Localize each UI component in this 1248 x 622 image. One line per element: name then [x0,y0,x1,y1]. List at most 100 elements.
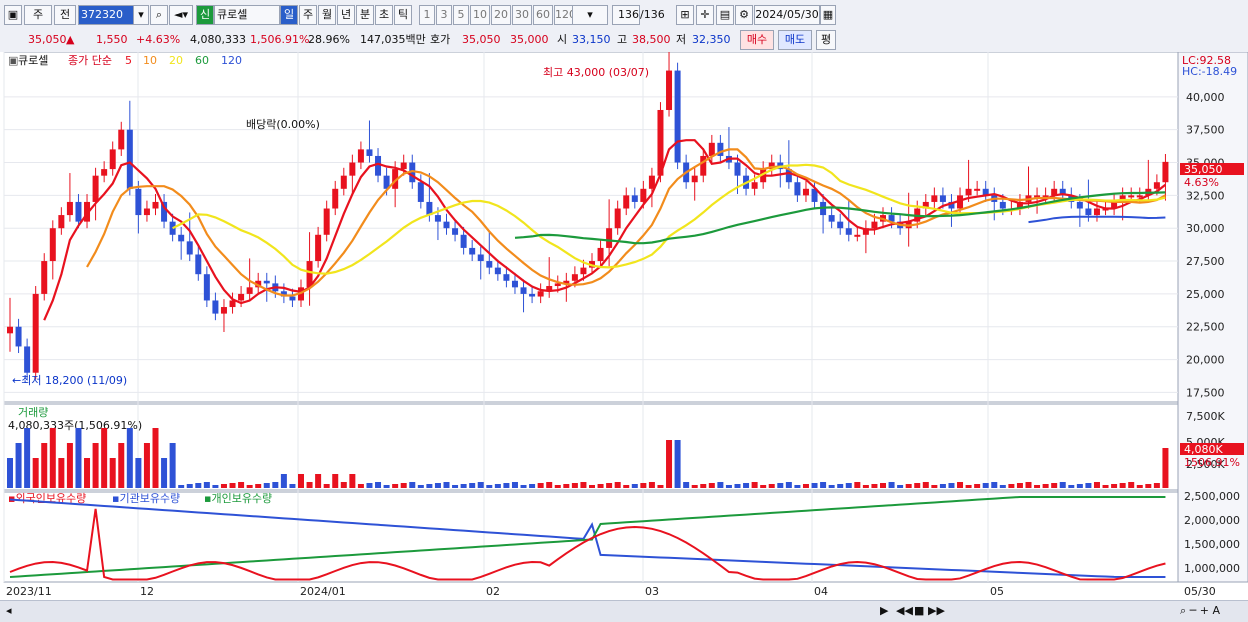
price-tag-pct: 4.63% [1184,176,1219,189]
volume-bar [409,482,416,488]
bid-label: 호가 [430,33,451,46]
buy-button[interactable]: 매수 [740,30,774,50]
price-tick: 17,500 [1186,386,1225,399]
tab-3[interactable]: 년 [337,5,355,25]
forward-icon[interactable]: ▶▶ [928,602,945,620]
interval-5[interactable]: 5 [453,5,469,25]
volume-bar [49,428,56,488]
tab-4[interactable]: 분 [356,5,374,25]
save-icon[interactable]: ▤ [716,5,734,25]
candle-body [1093,208,1100,216]
candle-body [845,228,852,235]
stock-chart[interactable]: 40,00037,50035,00032,50030,00027,50025,0… [0,41,1248,600]
volume-bar [931,485,938,488]
interval-1[interactable]: 1 [419,5,435,25]
candle-body [520,287,527,294]
volume-bar [734,484,741,488]
candle-body [999,201,1006,209]
interval-30[interactable]: 30 [512,5,532,25]
volume-bar [811,483,818,488]
candle-body [828,215,835,222]
candle-body [366,149,373,156]
candle-body [674,70,681,163]
period-select[interactable]: 주 [24,5,52,25]
volume-bar [614,482,621,488]
candle-body [700,155,707,176]
interval-120[interactable]: 120 [554,5,576,25]
scroll-left-icon[interactable]: ◂ [6,602,12,620]
holder-tick: 1,500,000 [1184,538,1240,551]
candle-body [691,175,698,183]
grid-icon[interactable]: ⊞ [676,5,694,25]
annot-high: 최고 43,000 (03/07) [543,66,649,79]
volume-bar [1076,484,1083,488]
tab-5[interactable]: 초 [375,5,393,25]
holder-legend-1: ▪기관보유수량 [112,492,180,505]
tab-1[interactable]: 주 [299,5,317,25]
toolbar: ▣ 주 전 372320 ▾ ⌕ ◄▾ 신 큐로셀 일 주 월 년 분 초 틱 1 3 5 10 20… [0,0,1248,29]
candle-body [178,234,185,242]
bid-price-1: 35,050 [462,33,501,46]
interval-3[interactable]: 3 [436,5,452,25]
volume-bar [828,485,835,488]
search-icon[interactable]: ⌕ [150,5,168,25]
tab-0[interactable]: 일 [280,5,298,25]
candle-body [75,201,82,222]
interval-dropdown[interactable]: ▾ [572,5,608,25]
code-dropdown[interactable]: ▾ [133,5,149,25]
candle-body [623,195,630,209]
candle-body [511,280,518,288]
candle-body [751,182,758,189]
change-amount: 1,550 [96,33,128,46]
price-tick: 32,500 [1186,189,1225,202]
candle-body [734,162,741,176]
stop-icon[interactable]: ■ [914,602,924,620]
gear-icon[interactable]: ⚙ [735,5,753,25]
candle-body [340,175,347,189]
play-icon[interactable]: ▶ [880,602,888,620]
tab-6[interactable]: 틱 [394,5,412,25]
candle-body [529,293,536,297]
candle-body [640,188,647,202]
sell-button[interactable]: 매도 [778,30,812,50]
change-percent: +4.63% [136,33,181,46]
eval-button[interactable]: 평 [816,30,836,50]
date-field[interactable]: 2024/05/30 [754,5,820,25]
candle-body [152,201,159,209]
volume-bar [392,484,399,488]
count-field[interactable]: 136 [612,5,640,25]
window-icon[interactable]: ▣ [4,5,22,25]
volume-bar [1034,485,1041,488]
interval-20[interactable]: 20 [491,5,511,25]
stock-name-field[interactable]: 큐로셀 [214,5,280,25]
current-price: 35,050 [28,33,67,46]
interval-10[interactable]: 10 [470,5,490,25]
tab-2[interactable]: 월 [318,5,336,25]
volume-bar [443,482,450,488]
interval-60[interactable]: 60 [533,5,553,25]
volume-bar [7,458,13,488]
volume-bar [657,485,664,488]
legend-ma-120: 120 [221,54,242,67]
chart-area[interactable]: 40,00037,50035,00032,50030,00027,50025,0… [0,41,1248,600]
candle-body [854,234,861,237]
sound-icon[interactable]: ◄▾ [169,5,193,25]
volume-bar [648,482,655,488]
bottom-scrollbar[interactable]: ◂ ▶ ◀◀ ■ ▶▶ ⌕ ─ + A [0,600,1248,622]
volume-bar [1128,482,1135,488]
volume-bar [862,485,869,488]
prev-button[interactable]: 전 [54,5,76,25]
volume-bar [75,428,82,488]
calendar-icon[interactable]: ▦ [820,5,836,25]
candle-body [135,188,142,216]
volume-bar [554,485,561,488]
crosshair-icon[interactable]: ✛ [696,5,714,25]
rewind-icon[interactable]: ◀◀ [896,602,913,620]
volume-bar [494,484,501,488]
zoom-icon[interactable]: ⌕ ─ + A [1180,602,1220,620]
change-arrow: ▲ [66,33,75,46]
volume-bar [1153,483,1160,488]
volume-bar [186,484,193,488]
stock-code-input[interactable]: 372320 [78,5,134,25]
volume-bar [169,443,176,488]
